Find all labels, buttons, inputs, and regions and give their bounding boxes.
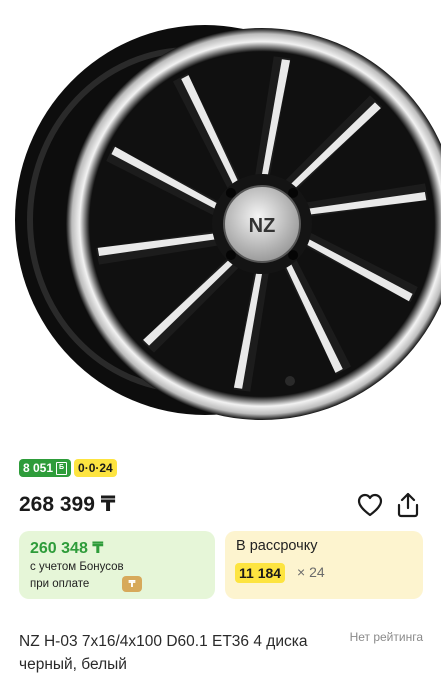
installment-card[interactable]: В рассрочку 11 184 × 24 bbox=[225, 531, 423, 599]
lug-hole bbox=[288, 187, 299, 198]
installment-badge: 0·0·24 bbox=[74, 459, 117, 477]
bonus-currency-icon: Б bbox=[56, 461, 68, 475]
bonus-price: 260 348 ₸ bbox=[30, 540, 104, 557]
installment-multiplier: × 24 bbox=[297, 564, 325, 580]
share-icon bbox=[397, 492, 419, 518]
installment-amount: 11 184 bbox=[235, 563, 286, 583]
product-image[interactable]: NZ bbox=[0, 0, 441, 440]
bonus-coin-icon: ₸ bbox=[122, 576, 142, 592]
installment-title: В рассрочку bbox=[236, 538, 318, 554]
valve-stem bbox=[285, 376, 295, 386]
hub-logo: NZ bbox=[249, 215, 276, 237]
favorite-button[interactable] bbox=[356, 491, 384, 519]
price-row: 268 399 ₸ bbox=[19, 490, 424, 520]
badge-row: 8 051 Б 0·0·24 bbox=[19, 459, 117, 477]
bonus-badge: 8 051 Б bbox=[19, 459, 72, 477]
bonus-note-line2: при оплате bbox=[30, 578, 90, 590]
lug-hole bbox=[225, 187, 236, 198]
wheel-illustration: NZ bbox=[15, 25, 441, 420]
heart-icon bbox=[357, 493, 383, 517]
product-title[interactable]: NZ H-03 7x16/4x100 D60.1 ET36 4 диска че… bbox=[19, 630, 319, 676]
bonus-badge-label: 8 051 bbox=[23, 461, 54, 475]
share-button[interactable] bbox=[394, 491, 422, 519]
lug-hole bbox=[288, 250, 299, 261]
lug-hole bbox=[225, 250, 236, 261]
bonus-price-card[interactable]: 260 348 ₸ с учетом Бонусов при оплате ₸ bbox=[19, 531, 215, 599]
bonus-note-line1: с учетом Бонусов bbox=[30, 561, 124, 573]
rating-status[interactable]: Нет рейтинга bbox=[350, 630, 423, 644]
